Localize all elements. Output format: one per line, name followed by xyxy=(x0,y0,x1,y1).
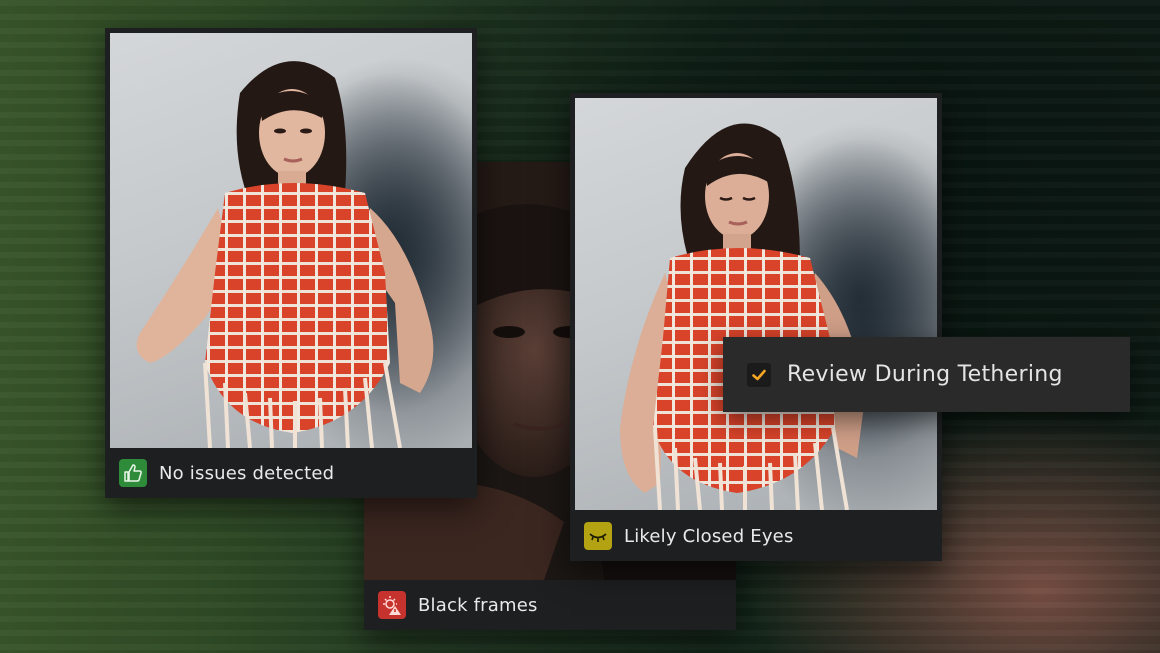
photo-card-no-issues[interactable]: No issues detected xyxy=(105,28,477,498)
status-label-closed-eyes: Likely Closed Eyes xyxy=(624,525,794,547)
photo-thumbnail-left[interactable] xyxy=(110,33,472,448)
review-during-tethering-label: Review During Tethering xyxy=(787,362,1063,387)
status-bar-closed-eyes: Likely Closed Eyes xyxy=(570,511,942,561)
status-bar-black-frames: Black frames xyxy=(364,580,736,630)
status-bar-no-issues: No issues detected xyxy=(105,448,477,498)
checkmark-icon xyxy=(752,369,766,380)
warning-light-icon xyxy=(378,591,406,619)
model-portrait-closed-eyes-image xyxy=(620,123,937,510)
closed-eye-icon xyxy=(584,522,612,550)
photo-thumbnail-right[interactable] xyxy=(575,98,937,510)
review-during-tethering-checkbox[interactable] xyxy=(747,362,771,387)
model-portrait-image xyxy=(136,61,472,448)
review-during-tethering-option[interactable]: Review During Tethering xyxy=(723,337,1130,412)
status-label-no-issues: No issues detected xyxy=(159,462,335,484)
thumbs-up-icon xyxy=(119,459,147,487)
photo-card-closed-eyes[interactable]: Likely Closed Eyes xyxy=(570,93,942,561)
status-label-black-frames: Black frames xyxy=(418,594,538,616)
